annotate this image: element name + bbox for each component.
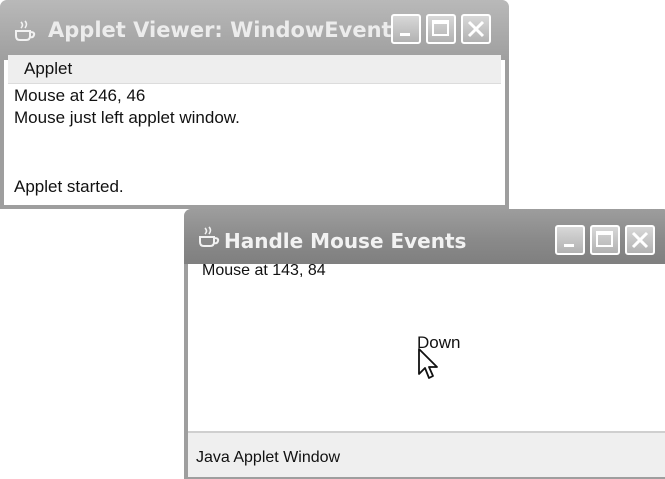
mouse-cursor-icon: [418, 348, 438, 379]
handle-mouse-events-window: Handle Mouse Events Mouse at 143, 84 Dow…: [184, 209, 665, 479]
mouse-left-text: Mouse just left applet window.: [14, 108, 240, 127]
menu-bar: Applet: [8, 55, 501, 84]
mouse-coordinates-text: Mouse at 143, 84: [202, 262, 326, 279]
menu-applet[interactable]: Applet: [24, 59, 72, 79]
close-icon: [631, 231, 649, 249]
minimize-icon: [400, 33, 410, 36]
window-title: Applet Viewer: WindowEvents: [48, 18, 405, 42]
window-title: Handle Mouse Events: [224, 229, 467, 253]
status-bar: Java Applet Window: [188, 431, 665, 477]
minimize-button[interactable]: [555, 225, 585, 255]
maximize-button[interactable]: [590, 225, 620, 255]
close-button[interactable]: [625, 225, 655, 255]
maximize-icon: [596, 231, 613, 247]
status-text: Java Applet Window: [196, 449, 341, 466]
java-cup-icon: [199, 226, 220, 247]
close-icon: [467, 20, 485, 38]
status-text: Applet started.: [14, 177, 124, 196]
maximize-button[interactable]: [426, 14, 456, 44]
title-bar[interactable]: Applet Viewer: WindowEvents: [0, 0, 509, 60]
minimize-button[interactable]: [391, 14, 421, 44]
minimize-icon: [564, 244, 574, 247]
close-button[interactable]: [461, 14, 491, 44]
java-cup-icon: [15, 20, 36, 41]
title-bar[interactable]: Handle Mouse Events: [184, 209, 665, 264]
maximize-icon: [432, 20, 449, 36]
applet-viewer-window: Applet Viewer: WindowEvents Applet Mouse…: [0, 0, 509, 209]
mouse-coordinates-text: Mouse at 246, 46: [14, 86, 146, 105]
